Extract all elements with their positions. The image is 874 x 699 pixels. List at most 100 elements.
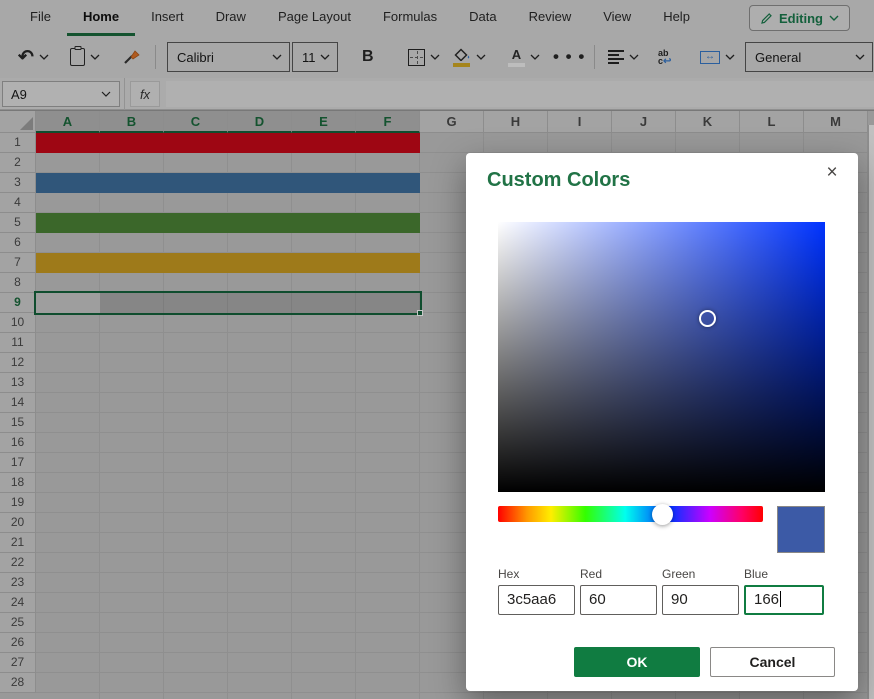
row-header-22[interactable]: 22 (0, 553, 36, 573)
row-header-6[interactable]: 6 (0, 233, 36, 253)
row-header-12[interactable]: 12 (0, 353, 36, 373)
hex-field-label: Hex (498, 567, 519, 581)
editing-mode-button[interactable]: Editing (749, 5, 850, 31)
menu-tab-file[interactable]: File (14, 0, 67, 36)
red-input[interactable]: 60 (580, 585, 657, 615)
column-header-M[interactable]: M (804, 111, 868, 133)
menu-tab-page-layout[interactable]: Page Layout (262, 0, 367, 36)
hex-input[interactable]: 3c5aa6 (498, 585, 575, 615)
chevron-down-icon[interactable] (90, 54, 100, 60)
row-header-1[interactable]: 1 (0, 133, 36, 153)
number-format-select[interactable]: General (745, 42, 873, 72)
column-header-D[interactable]: D (228, 111, 292, 133)
close-icon[interactable]: × (820, 161, 844, 185)
row-header-5[interactable]: 5 (0, 213, 36, 233)
chevron-down-icon[interactable] (430, 54, 440, 60)
row-header-24[interactable]: 24 (0, 593, 36, 613)
menu-tab-view[interactable]: View (587, 0, 647, 36)
bold-button[interactable]: B (362, 36, 374, 78)
borders-button[interactable] (408, 36, 440, 78)
number-format-value: General (755, 50, 801, 65)
select-all-corner[interactable] (0, 111, 36, 133)
row-header-3[interactable]: 3 (0, 173, 36, 193)
menu-tab-insert[interactable]: Insert (135, 0, 200, 36)
row-header-20[interactable]: 20 (0, 513, 36, 533)
column-header-C[interactable]: C (164, 111, 228, 133)
column-header-F[interactable]: F (356, 111, 420, 133)
toolbar-divider (594, 45, 595, 69)
menu-tab-help[interactable]: Help (647, 0, 706, 36)
chevron-down-icon[interactable] (476, 54, 486, 60)
chevron-down-icon (829, 15, 839, 21)
saturation-brightness-field[interactable] (498, 222, 825, 492)
fill-color-icon (452, 47, 471, 67)
ribbon-toolbar: ↶ Calibri 11 B (0, 36, 874, 78)
custom-colors-dialog: Custom Colors × Hex3c5aa6Red60Green90Blu… (466, 153, 858, 691)
row-header-26[interactable]: 26 (0, 633, 36, 653)
menu-tab-formulas[interactable]: Formulas (367, 0, 453, 36)
menu-tab-home[interactable]: Home (67, 0, 135, 36)
menu-tab-draw[interactable]: Draw (200, 0, 262, 36)
column-header-I[interactable]: I (548, 111, 612, 133)
row-header-10[interactable]: 10 (0, 313, 36, 333)
row-header-23[interactable]: 23 (0, 573, 36, 593)
paste-button[interactable] (70, 36, 100, 78)
wrap-text-button[interactable]: ab c↩ (658, 36, 671, 78)
fill-handle[interactable] (417, 310, 423, 316)
font-name-select[interactable]: Calibri (167, 42, 290, 72)
column-header-J[interactable]: J (612, 111, 676, 133)
fill-color-bar (453, 63, 470, 67)
hue-slider-thumb[interactable] (652, 504, 673, 525)
more-font-options-button[interactable]: • • • (553, 36, 585, 78)
row-header-9[interactable]: 9 (0, 293, 36, 313)
menu-tab-data[interactable]: Data (453, 0, 512, 36)
row-header-2[interactable]: 2 (0, 153, 36, 173)
column-header-A[interactable]: A (36, 111, 100, 133)
hue-slider[interactable] (498, 506, 763, 522)
blue-input[interactable]: 166 (744, 585, 824, 615)
chevron-down-icon[interactable] (39, 54, 49, 60)
row-header-19[interactable]: 19 (0, 493, 36, 513)
filled-row-3 (36, 173, 420, 193)
column-header-K[interactable]: K (676, 111, 740, 133)
column-header-E[interactable]: E (292, 111, 356, 133)
row-header-27[interactable]: 27 (0, 653, 36, 673)
row-header-8[interactable]: 8 (0, 273, 36, 293)
merge-cells-button[interactable]: ↔ (700, 36, 735, 78)
row-header-4[interactable]: 4 (0, 193, 36, 213)
chevron-down-icon[interactable] (725, 54, 735, 60)
column-header-H[interactable]: H (484, 111, 548, 133)
color-picker-ring[interactable] (699, 310, 716, 327)
alignment-button[interactable] (608, 36, 639, 78)
font-color-button[interactable]: A (508, 36, 540, 78)
menu-tab-review[interactable]: Review (513, 0, 588, 36)
chevron-down-icon[interactable] (530, 54, 540, 60)
blue-field-label: Blue (744, 567, 768, 581)
row-header-18[interactable]: 18 (0, 473, 36, 493)
row-header-16[interactable]: 16 (0, 433, 36, 453)
cancel-button[interactable]: Cancel (710, 647, 835, 677)
column-header-L[interactable]: L (740, 111, 804, 133)
row-header-21[interactable]: 21 (0, 533, 36, 553)
green-input[interactable]: 90 (662, 585, 739, 615)
row-header-25[interactable]: 25 (0, 613, 36, 633)
vertical-scrollbar[interactable] (868, 125, 874, 699)
row-header-15[interactable]: 15 (0, 413, 36, 433)
column-header-B[interactable]: B (100, 111, 164, 133)
row-header-13[interactable]: 13 (0, 373, 36, 393)
format-painter-button[interactable] (122, 36, 142, 78)
row-header-11[interactable]: 11 (0, 333, 36, 353)
font-size-select[interactable]: 11 (292, 42, 338, 72)
row-header-7[interactable]: 7 (0, 253, 36, 273)
name-box[interactable]: A9 (2, 81, 120, 107)
row-header-14[interactable]: 14 (0, 393, 36, 413)
formula-input[interactable] (166, 81, 874, 107)
undo-button[interactable]: ↶ (18, 36, 49, 78)
row-header-28[interactable]: 28 (0, 673, 36, 693)
ok-button[interactable]: OK (574, 647, 700, 677)
fill-color-button[interactable] (452, 36, 486, 78)
column-header-G[interactable]: G (420, 111, 484, 133)
insert-function-button[interactable]: fx (130, 81, 160, 107)
chevron-down-icon[interactable] (629, 54, 639, 60)
row-header-17[interactable]: 17 (0, 453, 36, 473)
